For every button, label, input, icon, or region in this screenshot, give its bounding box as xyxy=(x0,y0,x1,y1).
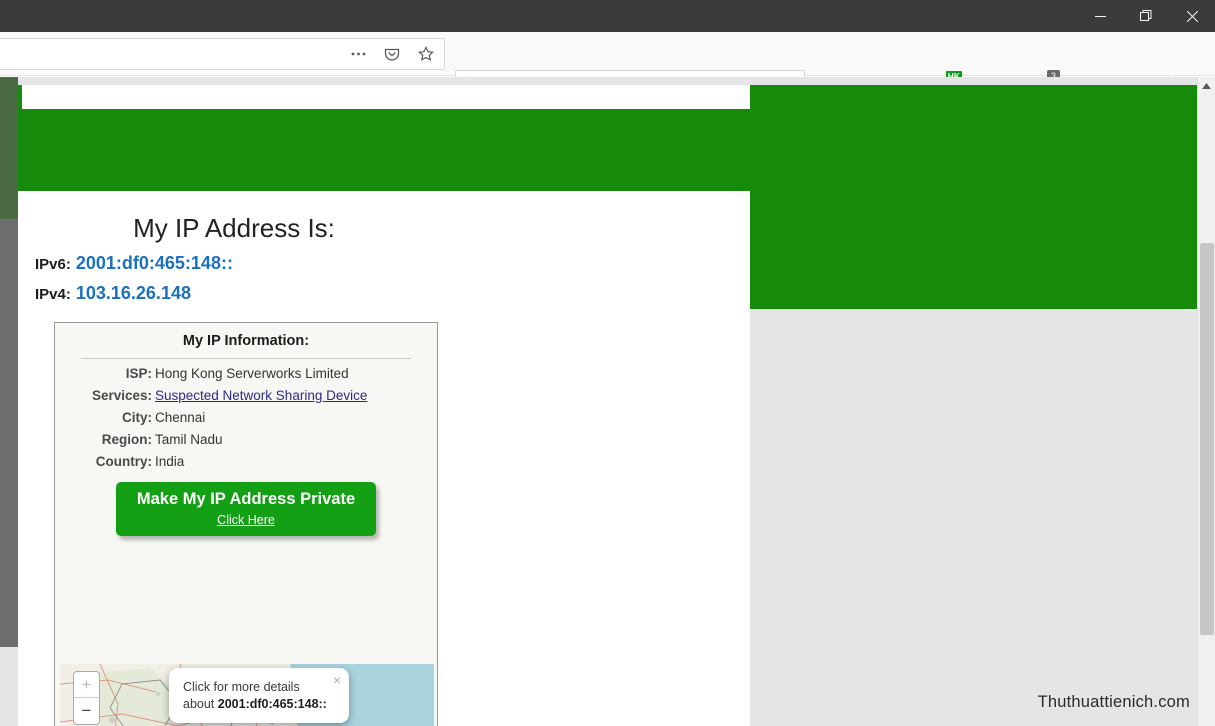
window-title-bar xyxy=(0,0,1215,32)
window-minimize-button[interactable] xyxy=(1077,0,1123,32)
content-top-strip xyxy=(22,85,750,109)
ipv6-value: 2001:df0:465:148:: xyxy=(75,253,233,273)
ipv6-row: IPv6: 2001:df0:465:148:: xyxy=(35,253,750,274)
map-zoom-controls[interactable]: + − xyxy=(73,671,100,725)
info-row-isp: ISP: Hong Kong Serverworks Limited xyxy=(55,366,437,381)
window-close-button[interactable] xyxy=(1169,0,1215,32)
more-icon[interactable] xyxy=(348,44,368,64)
browser-toolbar: Search HK xyxy=(0,32,1215,101)
map-popup-ip: 2001:df0:465:148:: xyxy=(217,697,327,711)
ipv4-label: IPv4: xyxy=(35,286,71,303)
ip-information-panel: My IP Information: ISP: Hong Kong Server… xyxy=(54,322,438,726)
city-label: City: xyxy=(122,410,152,425)
scrollbar-thumb[interactable] xyxy=(1200,243,1214,635)
divider xyxy=(81,358,411,359)
make-ip-private-button[interactable]: Make My IP Address Private Click Here xyxy=(116,482,376,536)
page-viewport: My IP Address Is: IPv6: 2001:df0:465:148… xyxy=(0,77,1215,726)
isp-label: ISP: xyxy=(125,366,152,381)
country-label: Country: xyxy=(95,454,152,469)
bookmark-star-icon[interactable] xyxy=(416,44,436,64)
make-ip-private-subtitle: Click Here xyxy=(217,513,275,527)
info-row-country: Country: India xyxy=(55,454,437,469)
map-popup-close-icon[interactable]: × xyxy=(333,672,341,688)
map-popup-line1: Click for more details xyxy=(183,680,300,694)
scrollbar-up-arrow-icon[interactable] xyxy=(1198,77,1215,94)
viewport-left-edge-green xyxy=(0,77,18,219)
map-zoom-out-button[interactable]: − xyxy=(74,698,99,724)
services-link[interactable]: Suspected Network Sharing Device xyxy=(155,388,367,403)
url-address-bar[interactable] xyxy=(0,38,445,70)
ipv4-value: 103.16.26.148 xyxy=(75,283,191,303)
page-title: My IP Address Is: xyxy=(133,213,335,243)
ipv4-row: IPv4: 103.16.26.148 xyxy=(35,283,750,304)
make-ip-private-title: Make My IP Address Private xyxy=(136,490,356,508)
pocket-icon[interactable] xyxy=(382,44,402,64)
location-map[interactable]: + − × Click for more details about 2001:… xyxy=(60,664,434,726)
services-label: Services: xyxy=(91,388,152,403)
country-value: India xyxy=(155,454,185,469)
ip-information-title: My IP Information: xyxy=(182,333,310,349)
site-watermark: Thuthuattienich.com xyxy=(1037,693,1190,711)
ipv6-label: IPv6: xyxy=(35,256,71,273)
info-row-region: Region: Tamil Nadu xyxy=(55,432,437,447)
isp-value: Hong Kong Serverworks Limited xyxy=(155,366,349,381)
info-row-services: Services: Suspected Network Sharing Devi… xyxy=(55,388,437,403)
map-popup-prefix: about xyxy=(183,697,218,711)
map-popup: × Click for more details about 2001:df0:… xyxy=(169,668,349,723)
main-content-card: My IP Address Is: IPv6: 2001:df0:465:148… xyxy=(18,191,750,726)
window-restore-button[interactable] xyxy=(1123,0,1169,32)
city-value: Chennai xyxy=(155,410,206,425)
info-row-city: City: Chennai xyxy=(55,410,437,425)
map-zoom-in-button[interactable]: + xyxy=(74,672,99,698)
region-value: Tamil Nadu xyxy=(155,432,223,447)
map-popup-line2: about 2001:df0:465:148:: xyxy=(183,696,336,713)
region-label: Region: xyxy=(101,432,152,447)
page-scrollbar[interactable] xyxy=(1197,77,1215,726)
